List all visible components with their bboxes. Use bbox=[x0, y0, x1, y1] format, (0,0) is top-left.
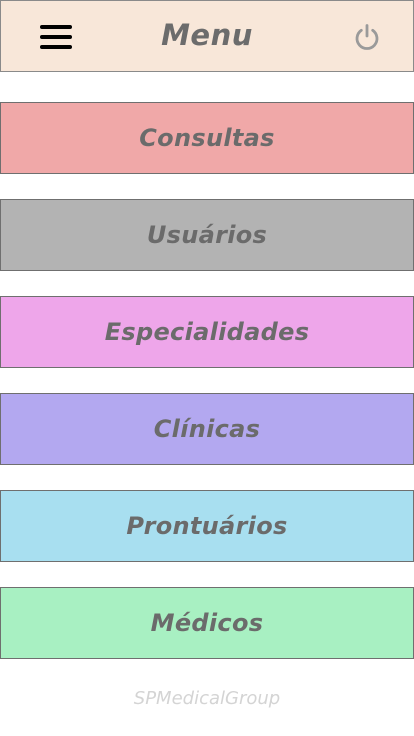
menu-button-label: Clínicas bbox=[153, 415, 261, 443]
menu-button-especialidades[interactable]: Especialidades bbox=[0, 296, 414, 368]
menu-button-label: Usuários bbox=[146, 221, 268, 249]
footer-brand: SPMedicalGroup bbox=[133, 688, 281, 709]
menu-button-clinicas[interactable]: Clínicas bbox=[0, 393, 414, 465]
menu-button-label: Prontuários bbox=[126, 512, 288, 540]
menu-button-medicos[interactable]: Médicos bbox=[0, 587, 414, 659]
power-icon[interactable] bbox=[352, 22, 382, 52]
menu-button-label: Especialidades bbox=[104, 318, 310, 346]
app-header: Menu bbox=[0, 0, 414, 72]
menu-button-consultas[interactable]: Consultas bbox=[0, 102, 414, 174]
menu-button-usuarios[interactable]: Usuários bbox=[0, 199, 414, 271]
menu-button-label: Médicos bbox=[150, 609, 264, 637]
menu-button-prontuarios[interactable]: Prontuários bbox=[0, 490, 414, 562]
menu-button-label: Consultas bbox=[139, 124, 275, 152]
